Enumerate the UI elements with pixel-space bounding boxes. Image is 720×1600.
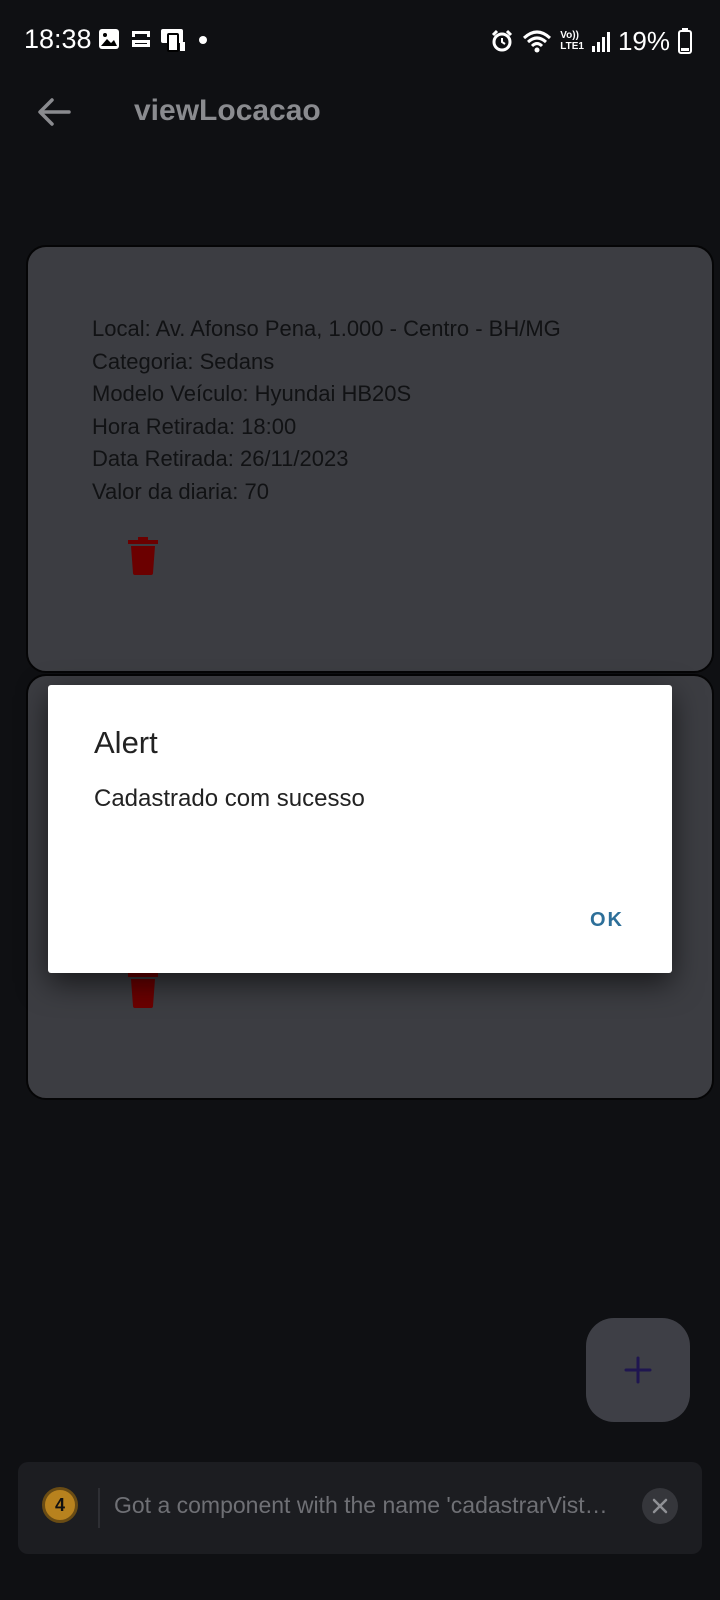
warning-toast[interactable]: 4 Got a component with the name 'cadastr…	[18, 1462, 702, 1554]
add-button[interactable]	[586, 1318, 690, 1422]
rental-daily-value: Valor da diaria: 70	[92, 478, 269, 504]
rental-category: Categoria: Sedans	[92, 348, 275, 374]
trash-icon[interactable]	[128, 537, 158, 575]
status-right-group: Vo)) LTE1 19%	[490, 24, 692, 58]
battery-percentage: 19%	[617, 25, 670, 56]
status-time: 18:38	[24, 24, 92, 54]
dot-icon	[199, 36, 207, 44]
rental-card: Local: Av. Afonso Pena, 1.000 - Centro -…	[26, 245, 714, 673]
toast-dismiss-button[interactable]	[642, 1488, 678, 1524]
rental-vehicle-model: Modelo Veículo: Hyundai HB20S	[92, 381, 412, 406]
cast-icon	[132, 31, 150, 47]
wifi-icon	[523, 30, 552, 53]
network-label-top: Vo))	[560, 30, 579, 41]
image-icon	[99, 29, 119, 49]
signal-icon	[591, 32, 610, 52]
arrow-left-icon	[38, 98, 71, 126]
device-icon	[161, 29, 185, 52]
network-label: Vo)) LTE1	[560, 30, 584, 52]
rental-pickup-time: Hora Retirada: 18:00	[92, 413, 297, 439]
close-icon	[652, 1498, 668, 1514]
battery-icon	[678, 28, 692, 54]
page-title: viewLocacao	[134, 94, 321, 127]
status-bar: 18:38 Vo)) LTE1 19%	[0, 0, 720, 80]
warning-count-badge: 4	[42, 1487, 78, 1523]
trash-icon[interactable]	[128, 970, 158, 1008]
plus-icon	[624, 1356, 652, 1384]
network-label-bottom: LTE1	[560, 41, 584, 52]
alarm-icon	[492, 29, 513, 52]
back-button[interactable]	[30, 88, 78, 136]
toast-divider	[98, 1488, 100, 1528]
dialog-title: Alert	[94, 725, 158, 760]
ok-button[interactable]: OK	[590, 909, 624, 932]
alert-dialog: Alert Cadastrado com sucesso OK	[48, 685, 672, 973]
toast-message: Got a component with the name 'cadastrar…	[114, 1492, 608, 1518]
rental-pickup-date: Data Retirada: 26/11/2023	[92, 446, 349, 471]
rental-details: Local: Av. Afonso Pena, 1.000 - Centro -…	[92, 313, 561, 508]
rental-location: Local: Av. Afonso Pena, 1.000 - Centro -…	[92, 316, 561, 341]
dialog-message: Cadastrado com sucesso	[94, 785, 365, 812]
